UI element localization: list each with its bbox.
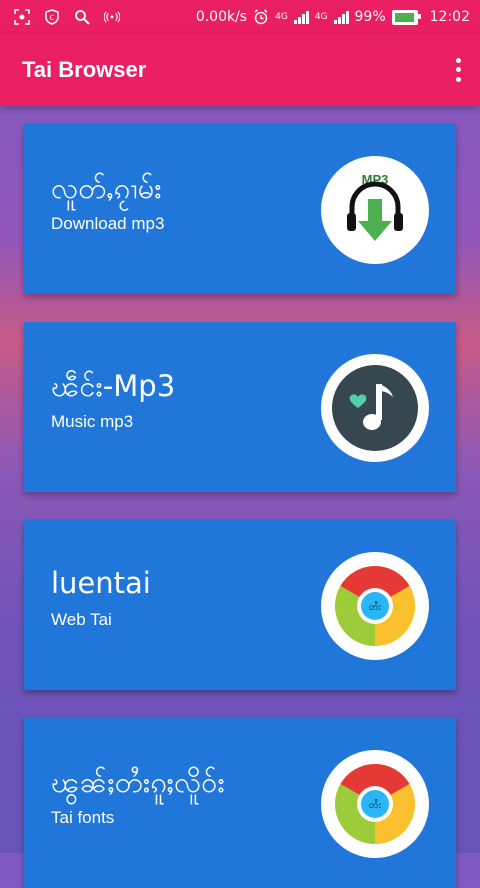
card-luentai[interactable]: luentai Web Tai တႆး	[24, 520, 456, 690]
network-type-1: 4G	[275, 12, 288, 22]
shield-icon: C	[44, 9, 60, 25]
tai-browser-icon: တႆး	[321, 750, 429, 858]
signal-icon	[333, 10, 349, 24]
card-title: လူတ်ႇၵႂၢမ်း	[51, 171, 162, 205]
card-subtitle: Download mp3	[51, 214, 165, 233]
card-download-mp3[interactable]: လူတ်ႇၵႂၢမ်း Download mp3 MP3	[24, 124, 456, 294]
screenshot-icon	[14, 9, 30, 25]
battery-fill	[394, 12, 415, 22]
mp3-download-icon: MP3	[321, 156, 429, 264]
alarm-icon	[253, 9, 269, 25]
status-bar: C 0.00k/s 4G 4G 99% 12:02	[0, 0, 480, 34]
network-speed: 0.00k/s	[195, 9, 248, 25]
clock: 12:02	[429, 9, 470, 25]
app-title: Tai Browser	[22, 57, 147, 82]
card-tai-fonts[interactable]: ၽွၼ်ႈတႆးၵူႈလိူဝ်း Tai fonts တႆး	[24, 718, 456, 888]
card-title: ၽွၼ်ႈတႆးၵူႈလိူဝ်း	[51, 765, 225, 799]
tai-browser-icon: တႆး	[321, 552, 429, 660]
card-subtitle: Tai fonts	[51, 808, 115, 827]
signal-icon	[293, 10, 309, 24]
card-title: ၽဵင်း-Mp3	[51, 369, 176, 403]
app-bar: Tai Browser	[0, 34, 480, 106]
card-subtitle: Music mp3	[51, 412, 134, 431]
svg-text:C: C	[50, 14, 55, 22]
card-title: luentai	[51, 566, 151, 600]
battery-percent: 99%	[354, 9, 386, 25]
overflow-menu-button[interactable]	[450, 56, 466, 84]
tai-label: တႆး	[369, 798, 382, 811]
card-music-mp3[interactable]: ၽဵင်း-Mp3 Music mp3	[24, 322, 456, 492]
music-note-icon	[321, 354, 429, 462]
battery-icon	[391, 9, 421, 25]
tai-label: တႆး	[369, 600, 382, 613]
network-type-2: 4G	[314, 12, 328, 22]
hotspot-icon	[104, 9, 120, 25]
card-subtitle: Web Tai	[51, 610, 112, 629]
search-icon	[74, 9, 90, 25]
